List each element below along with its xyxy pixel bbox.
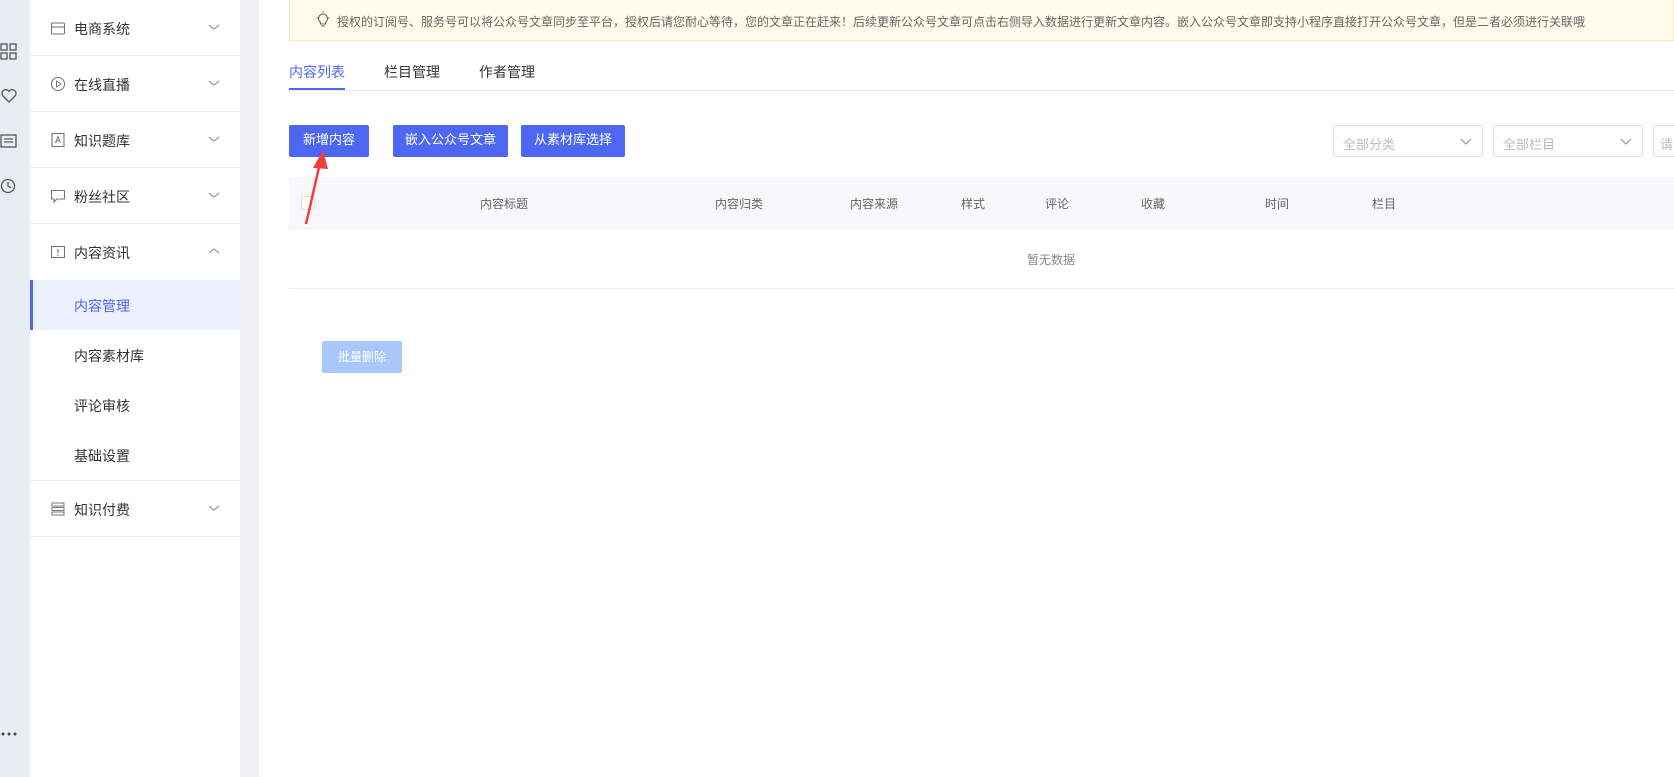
select-from-library-button[interactable]: 从素材库选择: [521, 125, 625, 157]
chevron-down-icon: [208, 24, 220, 30]
tab-bar: 内容列表 栏目管理 作者管理: [289, 56, 1674, 91]
clock-icon[interactable]: [0, 177, 18, 195]
column-header-category: 内容归类: [715, 197, 764, 211]
sidebar-item-label: 内容管理: [74, 299, 130, 315]
search-input-placeholder: 请: [1660, 138, 1674, 153]
sidebar-group-label: 知识付费: [74, 503, 130, 519]
active-tab-indicator: [289, 88, 345, 90]
sidebar-item-basic-settings[interactable]: 基础设置: [30, 430, 240, 481]
heart-icon[interactable]: [0, 87, 18, 105]
chevron-up-icon: [208, 248, 220, 254]
column-header-comments: 评论: [1045, 197, 1070, 211]
tab-column-management[interactable]: 栏目管理: [384, 62, 440, 82]
search-input[interactable]: 请: [1653, 125, 1674, 157]
sidebar-group-community[interactable]: 粉丝社区: [30, 168, 240, 224]
tab-author-management[interactable]: 作者管理: [479, 62, 535, 82]
add-content-button[interactable]: 新增内容: [289, 125, 369, 157]
table-empty-row: 暂无数据: [289, 229, 1674, 289]
column-header-time: 时间: [1265, 197, 1290, 211]
sidebar-group-live[interactable]: 在线直播: [30, 56, 240, 112]
select-all-checkbox[interactable]: [301, 196, 315, 210]
sidebar-group-label: 在线直播: [74, 78, 130, 94]
layout-gutter: [240, 0, 259, 777]
chat-icon: [50, 189, 66, 204]
sidebar-group-ecommerce[interactable]: 电商系统: [30, 0, 240, 56]
sidebar-item-label: 评论审核: [74, 399, 130, 415]
column-header-favorites: 收藏: [1141, 197, 1166, 211]
sidebar-item-content-management[interactable]: 内容管理: [30, 280, 240, 330]
sidebar-group-quiz[interactable]: 知识题库: [30, 112, 240, 168]
column-select[interactable]: 全部栏目: [1493, 125, 1643, 157]
quiz-icon: [51, 132, 65, 148]
stack-icon: [51, 502, 65, 516]
chevron-down-icon: [208, 505, 220, 511]
sidebar-item-label: 内容素材库: [74, 349, 144, 365]
play-icon: [50, 76, 66, 92]
sidebar-item-comment-review[interactable]: 评论审核: [30, 380, 240, 430]
category-select[interactable]: 全部分类: [1333, 125, 1483, 157]
chevron-down-icon: [1460, 138, 1472, 145]
grid-icon[interactable]: [0, 42, 18, 60]
column-header-column: 栏目: [1372, 197, 1397, 211]
notice-text: 授权的订阅号、服务号可以将公众号文章同步至平台，授权后请您耐心等待，您的文章正在…: [337, 15, 1586, 29]
icon-rail: [0, 0, 30, 777]
sidebar-item-material-library[interactable]: 内容素材库: [30, 330, 240, 380]
sidebar: 电商系统 在线直播 知识题库 粉丝社区 内容资讯 内容管理 内容素材库 评论审核…: [30, 0, 240, 777]
info-icon: [50, 245, 66, 259]
article-icon[interactable]: [0, 132, 18, 150]
sidebar-group-label: 知识题库: [74, 134, 130, 150]
lightbulb-icon: [316, 11, 330, 27]
sidebar-group-paid-knowledge[interactable]: 知识付费: [30, 481, 240, 537]
column-select-placeholder: 全部栏目: [1503, 138, 1556, 153]
sidebar-group-content[interactable]: 内容资讯: [30, 224, 240, 280]
table-header: 内容标题 内容归类 内容来源 样式 评论 收藏 时间 栏目: [289, 177, 1674, 229]
column-header-title: 内容标题: [480, 197, 529, 211]
notice-banner: 授权的订阅号、服务号可以将公众号文章同步至平台，授权后请您耐心等待，您的文章正在…: [289, 0, 1674, 41]
chevron-down-icon: [208, 80, 220, 86]
column-header-source: 内容来源: [850, 197, 899, 211]
column-header-style: 样式: [961, 197, 986, 211]
chevron-down-icon: [208, 192, 220, 198]
sidebar-group-label: 电商系统: [74, 22, 130, 38]
category-select-placeholder: 全部分类: [1343, 138, 1396, 153]
shop-icon: [50, 22, 66, 35]
chevron-down-icon: [208, 136, 220, 142]
more-icon[interactable]: [0, 730, 20, 738]
batch-delete-button[interactable]: 批量删除: [322, 341, 402, 373]
sidebar-group-label: 粉丝社区: [74, 190, 130, 206]
empty-state-text: 暂无数据: [1027, 253, 1076, 267]
main-content: 授权的订阅号、服务号可以将公众号文章同步至平台，授权后请您耐心等待，您的文章正在…: [259, 0, 1674, 777]
embed-article-button[interactable]: 嵌入公众号文章: [393, 125, 508, 157]
sidebar-group-label: 内容资讯: [74, 246, 130, 262]
sidebar-item-label: 基础设置: [74, 449, 130, 465]
chevron-down-icon: [1620, 138, 1632, 145]
tab-content-list[interactable]: 内容列表: [289, 62, 345, 82]
